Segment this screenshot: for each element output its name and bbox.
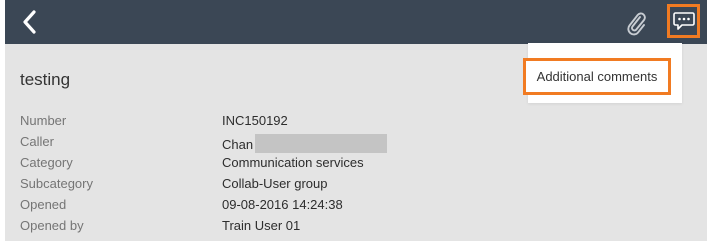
field-label: Number — [20, 113, 67, 128]
menu-item-additional-comments[interactable]: Additional comments — [523, 58, 671, 95]
top-bar — [5, 0, 707, 44]
field-value: Collab-User group — [222, 176, 328, 191]
paperclip-icon — [627, 12, 646, 36]
redaction-block — [255, 134, 388, 153]
chevron-left-icon — [23, 10, 36, 34]
field-value-wrapper: Chan — [222, 134, 388, 153]
comments-button[interactable] — [667, 4, 700, 38]
field-value: Train User 01 — [222, 218, 301, 233]
field-label: Opened — [20, 197, 67, 212]
field-value: 09-08-2016 14:24:38 — [222, 197, 343, 212]
speech-bubble-icon — [672, 12, 695, 30]
field-value: Chan — [222, 137, 254, 152]
field-label: Opened by — [20, 218, 84, 233]
back-button[interactable] — [17, 9, 43, 35]
app-frame: testing Number INC150192 Caller Chan Cat… — [5, 0, 707, 241]
comments-dropdown-menu: Additional comments — [523, 43, 682, 103]
field-value: INC150192 — [222, 113, 288, 128]
field-label: Subcategory — [20, 176, 93, 191]
field-label: Category — [20, 155, 73, 170]
field-value: Communication services — [222, 155, 364, 170]
record-title: testing — [20, 70, 71, 89]
attachment-button[interactable] — [623, 10, 649, 36]
field-label: Caller — [20, 134, 54, 149]
